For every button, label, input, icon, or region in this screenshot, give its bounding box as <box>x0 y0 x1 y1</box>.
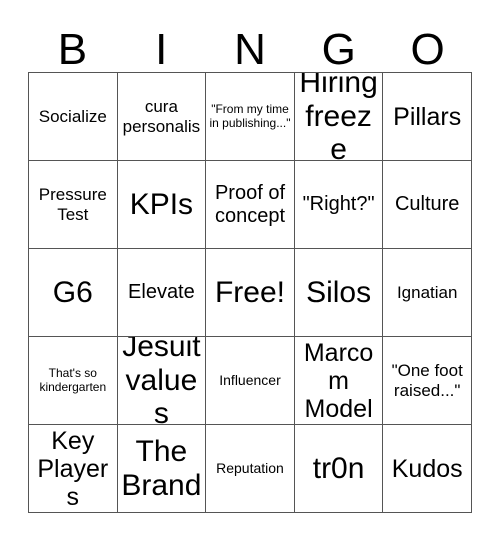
bingo-header-letter-i: I <box>155 25 168 74</box>
bingo-cell-r2c1[interactable]: Pressure Test <box>29 161 118 249</box>
bingo-cell-r2c2[interactable]: KPIs <box>117 161 207 249</box>
bingo-cell-label: cura personalis <box>122 97 201 136</box>
bingo-cell-label: Silos <box>306 275 372 309</box>
bingo-cell-label: Kudos <box>391 454 463 483</box>
bingo-cell-r3c4[interactable]: Silos <box>294 249 384 337</box>
bingo-header-letter-o: O <box>410 25 445 74</box>
bingo-cell-label: "Right?" <box>302 193 375 216</box>
bingo-cell-r4c1[interactable]: That's so kindergarten <box>29 337 118 425</box>
bingo-cell-label: Influencer <box>219 371 281 388</box>
bingo-cell-r1c3[interactable]: "From my time in publishing..." <box>206 73 295 161</box>
bingo-cell-label: The Brand <box>121 434 202 502</box>
bingo-cell-label: Ignatian <box>396 282 458 302</box>
bingo-cell-r1c5[interactable]: Pillars <box>383 73 472 161</box>
bingo-cell-r4c3[interactable]: Influencer <box>206 337 295 425</box>
bingo-cell-label: Jesuit values <box>122 337 201 425</box>
bingo-cell-r5c1[interactable]: Key Players <box>29 425 118 513</box>
bingo-cell-r4c5[interactable]: "One foot raised..." <box>383 337 472 425</box>
bingo-header-letter-b: B <box>57 25 88 74</box>
bingo-header-letter-g: G <box>321 25 356 74</box>
bingo-cell-label: Key Players <box>37 426 109 511</box>
bingo-cell-label: tr0n <box>312 451 365 485</box>
bingo-cell-label: Culture <box>394 193 460 216</box>
bingo-cell-label: Pressure Test <box>38 185 107 224</box>
bingo-cell-r1c4[interactable]: Hiring freeze <box>294 73 384 161</box>
bingo-cell-label: Proof of concept <box>214 182 286 227</box>
bingo-cell-r3c2[interactable]: Elevate <box>117 249 207 337</box>
bingo-cell-label: Socialize <box>38 106 107 126</box>
bingo-cell-r5c3[interactable]: Reputation <box>206 425 295 513</box>
bingo-cell-label: G6 <box>52 275 93 309</box>
bingo-free-space-label: Free! <box>214 275 285 309</box>
bingo-cell-r2c4[interactable]: "Right?" <box>294 161 384 249</box>
bingo-cell-r1c2[interactable]: cura personalis <box>117 73 207 161</box>
bingo-cell-r1c1[interactable]: Socialize <box>29 73 118 161</box>
bingo-cell-label: Pillars <box>393 102 462 131</box>
bingo-cell-r5c5[interactable]: Kudos <box>383 425 472 513</box>
bingo-cell-r4c4[interactable]: Marcom Model <box>294 337 384 425</box>
bingo-cell-label: KPIs <box>129 187 194 221</box>
bingo-cell-r5c2[interactable]: The Brand <box>117 425 207 513</box>
bingo-cell-free-space[interactable]: Free! <box>206 249 295 337</box>
bingo-cell-label: "From my time in publishing..." <box>209 102 291 130</box>
bingo-header-row: B I N G O <box>28 16 472 72</box>
bingo-cell-r2c5[interactable]: Culture <box>383 161 472 249</box>
bingo-cell-label: Marcom Model <box>303 338 374 423</box>
bingo-card: B I N G O Socialize cura personalis "Fro… <box>0 0 500 544</box>
bingo-cell-label: "One foot raised..." <box>391 361 463 400</box>
bingo-cell-r2c3[interactable]: Proof of concept <box>206 161 295 249</box>
bingo-cell-label: That's so kindergarten <box>39 366 107 394</box>
bingo-cell-r4c2[interactable]: Jesuit values <box>117 337 207 425</box>
bingo-cell-r5c4[interactable]: tr0n <box>294 425 384 513</box>
bingo-cell-label: Reputation <box>216 459 284 476</box>
bingo-grid: Socialize cura personalis "From my time … <box>28 72 472 513</box>
bingo-header-letter-n: N <box>234 25 266 74</box>
bingo-cell-label: Hiring freeze <box>299 73 378 161</box>
bingo-cell-r3c1[interactable]: G6 <box>29 249 118 337</box>
bingo-cell-r3c5[interactable]: Ignatian <box>383 249 472 337</box>
bingo-cell-label: Elevate <box>128 281 195 304</box>
